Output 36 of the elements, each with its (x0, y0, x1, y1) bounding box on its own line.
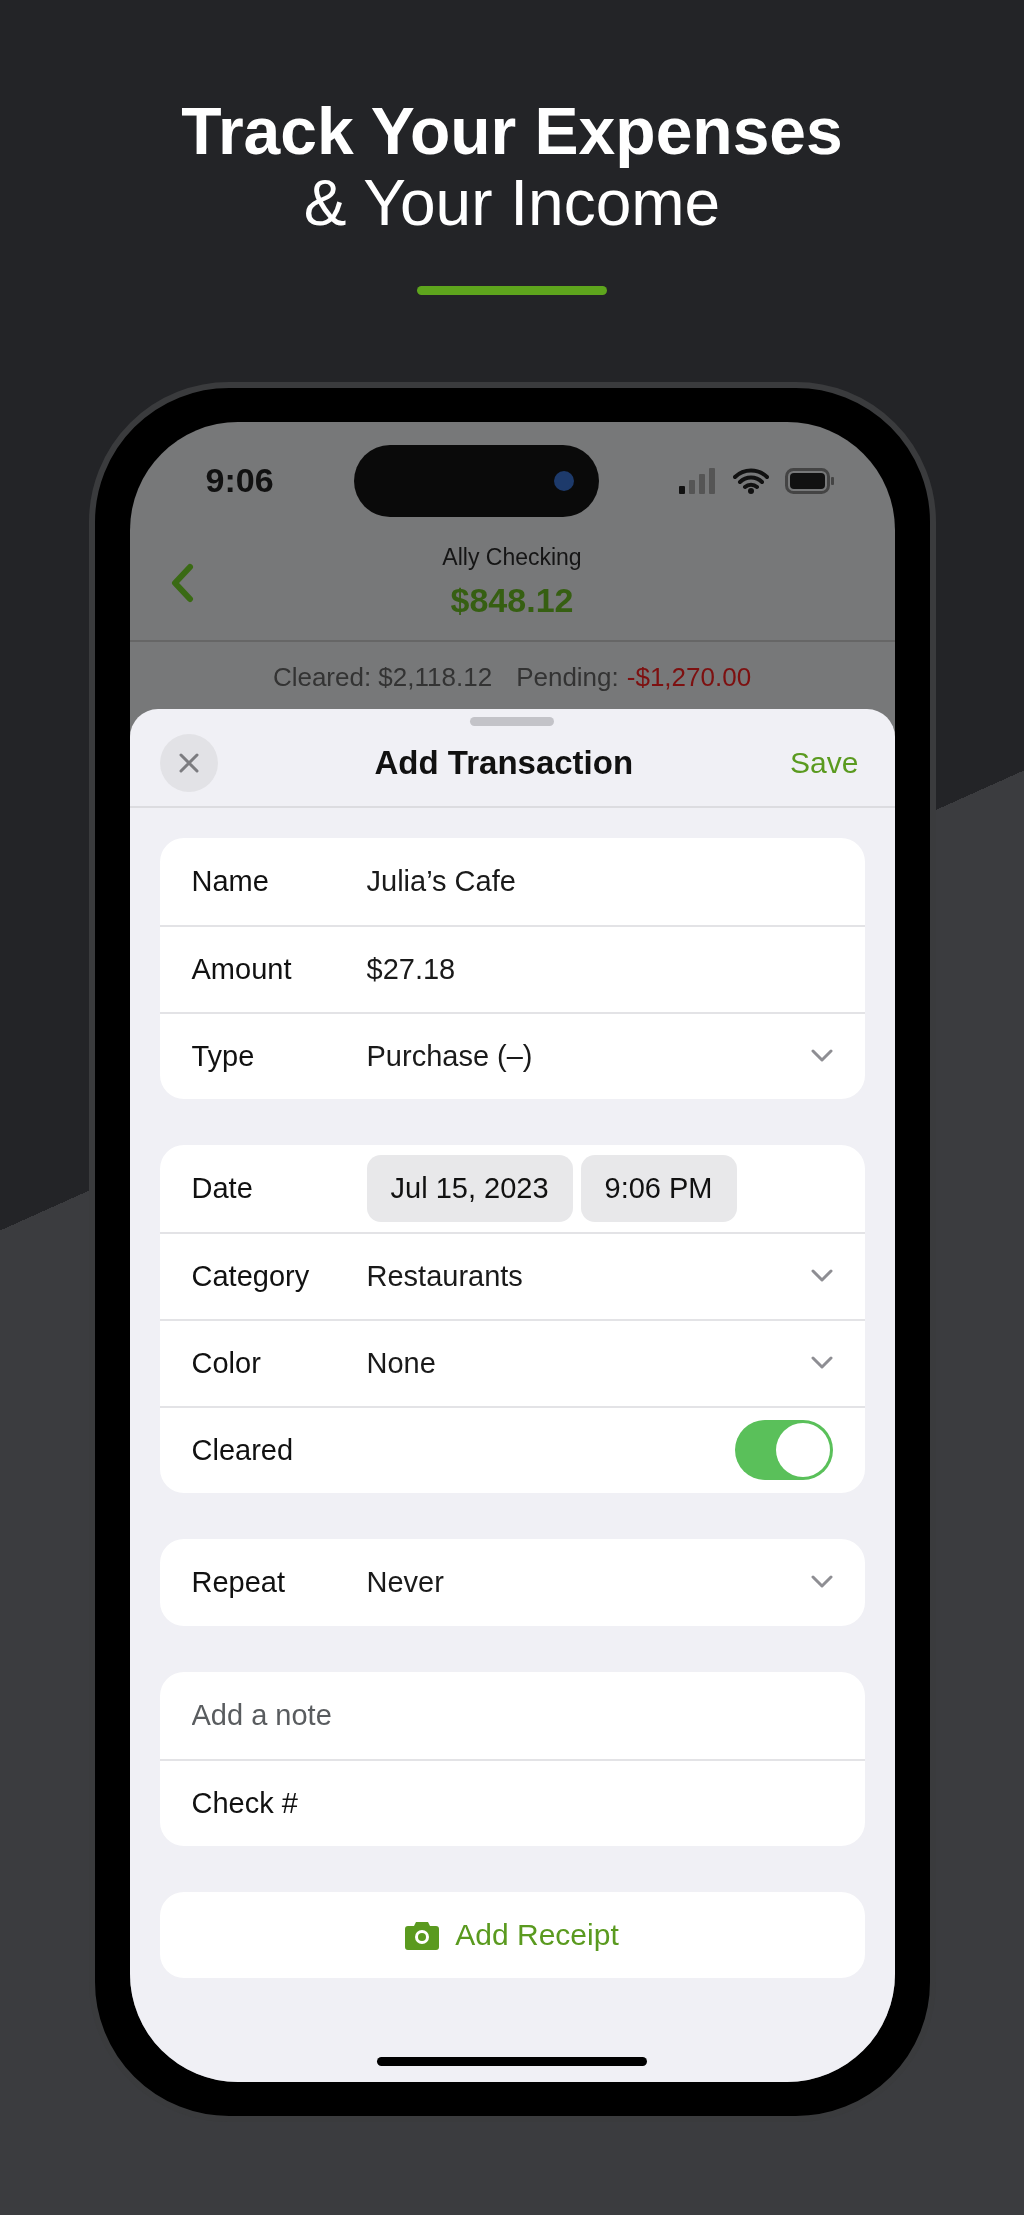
pending-amount: -$1,270.00 (626, 661, 752, 694)
battery-icon (784, 468, 835, 494)
close-icon (177, 752, 200, 774)
field-label: Type (191, 1038, 256, 1074)
date-picker[interactable]: Jul 15, 2023 (366, 1154, 573, 1223)
account-balance: $848.12 (450, 579, 574, 621)
sheet-title: Add Transaction (374, 743, 634, 784)
chevron-down-icon (810, 1269, 833, 1284)
status-time: 9:06 (205, 460, 274, 502)
field-label: Check # (191, 1785, 299, 1821)
wifi-icon (732, 468, 769, 494)
field-label: Category (191, 1258, 311, 1294)
signal-icon (678, 468, 717, 494)
field-label: Name (191, 863, 270, 899)
dropdown-value[interactable]: Restaurants (366, 1254, 523, 1299)
account-name: Ally Checking (442, 543, 582, 573)
back-button[interactable] (169, 563, 194, 603)
camera-icon (405, 1920, 440, 1950)
camera-lens-icon (552, 470, 575, 492)
time-picker[interactable]: 9:06 PM (580, 1154, 737, 1223)
pending-label: Pending: (516, 661, 619, 694)
field-label: Repeat (191, 1564, 286, 1600)
headline-title: Track Your Expenses (181, 95, 843, 168)
chevron-down-icon (810, 1049, 833, 1064)
dropdown-value[interactable]: Never (366, 1560, 444, 1605)
field-label: Cleared (191, 1432, 295, 1468)
back-chevron-icon (169, 563, 194, 603)
cleared-total: Cleared: $2,118.12 (272, 661, 493, 694)
headline-subtitle: & Your Income (303, 167, 721, 238)
chevron-down-icon (810, 1356, 833, 1371)
dropdown-value[interactable]: Purchase (–) (366, 1034, 533, 1079)
chevron-down-icon (810, 1575, 833, 1590)
field-label: Date (191, 1170, 254, 1206)
dropdown-value[interactable]: None (366, 1341, 436, 1386)
field-label: Color (191, 1345, 262, 1381)
field-label: Amount (191, 951, 293, 987)
